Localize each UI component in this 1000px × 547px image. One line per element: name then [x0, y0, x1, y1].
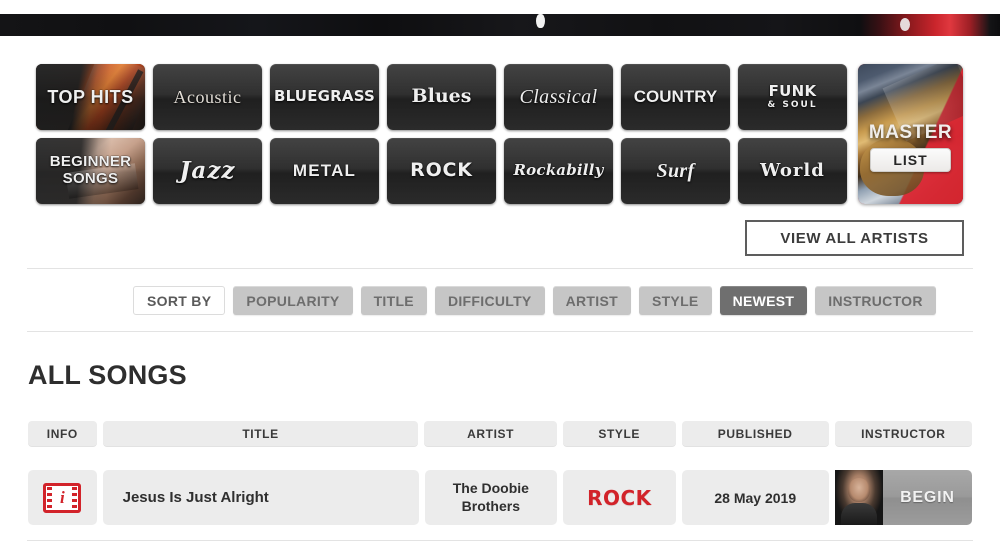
category-tile-top-hits[interactable]: TOP HITS: [36, 64, 145, 130]
master-list-button[interactable]: LIST: [870, 148, 951, 172]
column-header-title[interactable]: TITLE: [102, 421, 419, 447]
divider-top: [27, 268, 973, 269]
category-label: Blues: [411, 85, 472, 108]
category-label: ROCK: [410, 159, 473, 182]
category-tile-bluegrass[interactable]: BLUEGRASS: [270, 64, 379, 130]
sort-option-style[interactable]: STYLE: [638, 286, 712, 315]
category-tile-country[interactable]: COUNTRY: [621, 64, 730, 130]
table-row: i Jesus Is Just Alright The Doobie Broth…: [28, 470, 973, 525]
view-all-artists-button[interactable]: VIEW ALL ARTISTS: [745, 220, 964, 256]
film-info-icon[interactable]: i: [43, 482, 82, 513]
cell-style[interactable]: ROCK: [563, 470, 676, 525]
category-label: TOP HITS: [47, 86, 134, 107]
category-tile-acoustic[interactable]: Acoustic: [153, 64, 262, 130]
column-header-published[interactable]: PUBLISHED: [681, 421, 829, 447]
cell-published: 28 May 2019: [681, 470, 829, 525]
column-header-instructor[interactable]: INSTRUCTOR: [834, 421, 972, 447]
category-label: METAL: [292, 161, 357, 181]
category-label: Acoustic: [173, 86, 242, 107]
cell-artist[interactable]: The Doobie Brothers: [424, 470, 557, 525]
category-tile-grid: TOP HITS Acoustic BLUEGRASS Blues Classi…: [36, 64, 966, 204]
category-label: Surf: [656, 159, 695, 182]
master-list-title: MASTER: [868, 122, 953, 143]
category-tile-rock[interactable]: ROCK: [387, 138, 496, 204]
category-row-1: TOP HITS Acoustic BLUEGRASS Blues Classi…: [36, 64, 966, 130]
category-label: Rockabilly: [513, 161, 604, 180]
sort-option-artist[interactable]: ARTIST: [552, 286, 631, 315]
category-label: Classical: [519, 85, 598, 108]
info-letter-icon: i: [59, 488, 65, 507]
category-tile-jazz[interactable]: Jazz: [153, 138, 262, 204]
category-label: Jazz: [179, 156, 236, 184]
column-header-style[interactable]: STYLE: [562, 421, 676, 447]
category-tile-metal[interactable]: METAL: [270, 138, 379, 204]
category-tile-funk-soul[interactable]: FUNK & SOUL: [738, 64, 847, 130]
begin-button[interactable]: BEGIN: [882, 470, 973, 525]
sort-option-instructor[interactable]: INSTRUCTOR: [815, 286, 936, 315]
sort-option-title[interactable]: TITLE: [360, 286, 427, 315]
category-tile-blues[interactable]: Blues: [387, 64, 496, 130]
category-tile-classical[interactable]: Classical: [504, 64, 613, 130]
instructor-avatar[interactable]: [834, 470, 883, 525]
divider-footer: [27, 540, 973, 541]
songs-browser-page: TOP HITS Acoustic BLUEGRASS Blues Classi…: [0, 0, 1000, 547]
funk-sub-label: & SOUL: [767, 99, 818, 110]
category-tile-surf[interactable]: Surf: [621, 138, 730, 204]
sort-option-popularity[interactable]: POPULARITY: [233, 286, 353, 315]
page-title: ALL SONGS: [28, 360, 187, 390]
cell-instructor: BEGIN: [834, 470, 973, 525]
cell-title[interactable]: Jesus Is Just Alright: [102, 470, 419, 525]
category-tile-rockabilly[interactable]: Rockabilly: [504, 138, 613, 204]
column-header-info[interactable]: INFO: [28, 421, 97, 447]
divider-bottom: [27, 331, 973, 332]
sort-bar: SORT BY POPULARITY TITLE DIFFICULTY ARTI…: [133, 286, 936, 315]
category-label: World: [760, 159, 825, 181]
songs-table-header: INFO TITLE ARTIST STYLE PUBLISHED INSTRU…: [28, 421, 972, 447]
sort-by-label: SORT BY: [133, 286, 226, 315]
banner-highlight-icon: [900, 18, 910, 31]
style-badge: ROCK: [587, 485, 652, 510]
category-row-2: BEGINNER SONGS Jazz METAL ROCK Rockabill…: [36, 138, 966, 204]
category-label: COUNTRY: [633, 87, 718, 107]
hero-banner-strip: [0, 14, 1000, 36]
category-tile-world[interactable]: World: [738, 138, 847, 204]
sort-option-difficulty[interactable]: DIFFICULTY: [434, 286, 545, 315]
category-label: BLUEGRASS: [273, 87, 376, 106]
sort-option-newest[interactable]: NEWEST: [719, 286, 808, 315]
category-label: BEGINNER SONGS: [49, 153, 132, 187]
film-perforations-right-icon: [72, 486, 78, 509]
category-tile-beginner-songs[interactable]: BEGINNER SONGS: [36, 138, 145, 204]
category-tile-master-list[interactable]: MASTER LIST: [858, 64, 963, 204]
category-label: FUNK & SOUL: [767, 81, 818, 110]
column-header-artist[interactable]: ARTIST: [424, 421, 557, 447]
page-top-whitespace: [0, 0, 1000, 14]
funk-main-label: FUNK: [768, 81, 817, 100]
film-perforations-left-icon: [47, 486, 53, 509]
cell-info: i: [28, 470, 97, 525]
